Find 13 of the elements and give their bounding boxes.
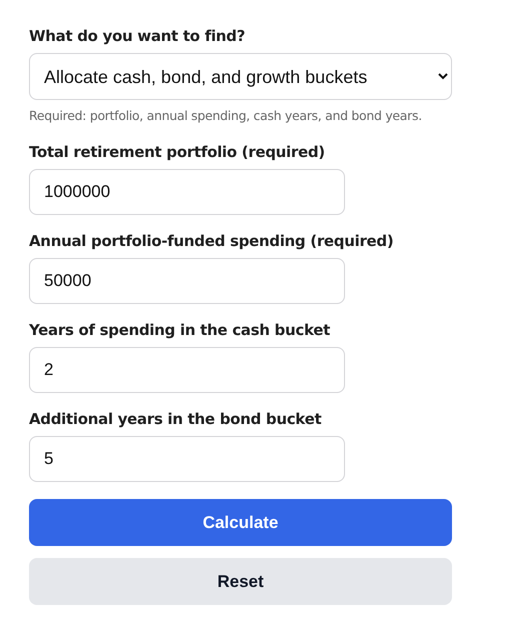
input-field[interactable]: 1000000 — [29, 169, 345, 215]
field-label: Years of spending in the cash bucket — [29, 321, 331, 339]
goal-select[interactable]: Allocate cash, bond, and growth buckets — [29, 53, 452, 100]
field-label: What do you want to find? — [29, 27, 246, 45]
calculate-button[interactable]: Calculate — [29, 499, 452, 546]
hint-text: Required: portfolio, annual spending, cash years, and bond years. — [29, 108, 423, 123]
field-label: Additional years in the bond bucket — [29, 410, 322, 428]
input-field[interactable]: 50000 — [29, 258, 345, 304]
field-label: Annual portfolio-funded spending (required) — [29, 232, 394, 250]
input-field[interactable]: 5 — [29, 436, 345, 482]
input-field[interactable]: 2 — [29, 347, 345, 393]
field-label: Total retirement portfolio (required) — [29, 143, 326, 161]
reset-button[interactable]: Reset — [29, 558, 452, 605]
